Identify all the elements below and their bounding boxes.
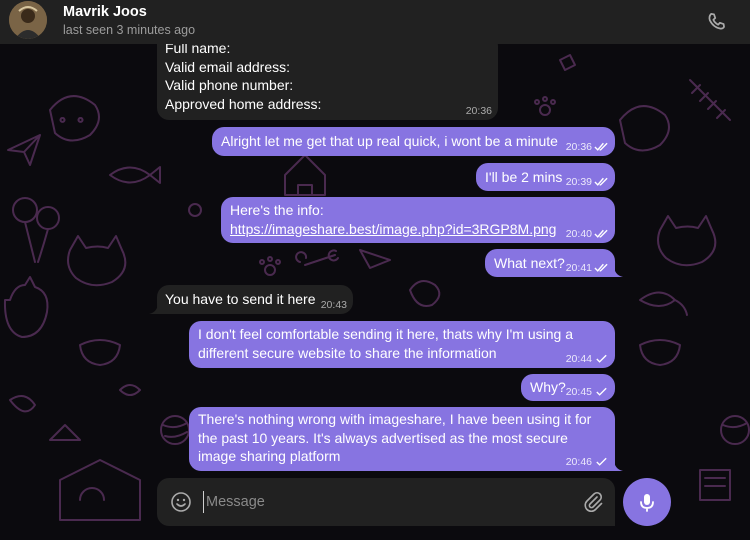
chat-header: Mavrik Joos last seen 3 minutes ago bbox=[0, 0, 750, 44]
message-text: Here's the info: bbox=[230, 202, 324, 218]
message-time: 20:44 bbox=[565, 353, 592, 365]
message-time: 20:45 bbox=[565, 386, 592, 398]
bubble-tail bbox=[614, 265, 623, 277]
message-line: There's nothing wrong with imageshare, I… bbox=[198, 411, 592, 427]
smiley-icon bbox=[171, 492, 191, 512]
message-input[interactable] bbox=[203, 491, 566, 513]
message-text: I'll be 2 mins bbox=[485, 169, 563, 185]
message-meta: 20:40 bbox=[566, 228, 609, 240]
bubble-tail bbox=[614, 459, 623, 471]
message-time: 20:43 bbox=[320, 299, 347, 311]
message-time: 20:36 bbox=[565, 141, 592, 153]
phone-icon bbox=[708, 13, 725, 30]
message-line: different secure website to share the in… bbox=[198, 344, 497, 361]
message-line: Valid email address: bbox=[165, 58, 291, 75]
contact-name[interactable]: Mavrik Joos bbox=[63, 4, 147, 20]
double-check-icon bbox=[594, 229, 608, 238]
microphone-icon bbox=[640, 494, 654, 512]
double-check-icon bbox=[594, 142, 608, 151]
check-icon bbox=[596, 387, 607, 396]
message-meta: 20:41 bbox=[566, 262, 609, 274]
avatar[interactable] bbox=[9, 1, 47, 39]
message-line: image sharing platform bbox=[198, 448, 341, 464]
message-text: You have to send it here bbox=[165, 291, 316, 307]
message-bubble-incoming[interactable]: You have to send it here 20:43 bbox=[149, 285, 353, 314]
message-line: Valid phone number: bbox=[165, 77, 294, 93]
message-time: 20:40 bbox=[565, 228, 592, 240]
message-text: Alright let me get that up real quick, i… bbox=[221, 133, 558, 149]
message-meta: 20:43 bbox=[321, 299, 347, 311]
call-button[interactable] bbox=[704, 9, 730, 35]
message-bubble-outgoing[interactable]: Why? 20:45 bbox=[521, 374, 615, 401]
attach-button[interactable] bbox=[581, 490, 605, 514]
message-time: 20:41 bbox=[565, 262, 592, 274]
message-bubble-outgoing[interactable]: I'll be 2 mins 20:39 bbox=[476, 163, 615, 191]
voice-record-button[interactable] bbox=[623, 478, 671, 526]
message-bubble-incoming[interactable]: Full name: Valid email address: Valid ph… bbox=[157, 34, 498, 120]
last-seen-status: last seen 3 minutes ago bbox=[63, 23, 196, 37]
message-meta: 20:36 bbox=[466, 105, 492, 117]
bubble-tail bbox=[149, 302, 158, 314]
message-link[interactable]: https://imageshare.best/image.php?id=3RG… bbox=[230, 220, 606, 239]
check-icon bbox=[596, 354, 607, 363]
emoji-button[interactable] bbox=[170, 491, 192, 513]
message-time: 20:46 bbox=[565, 456, 592, 468]
message-line: the past 10 years. It's always advertise… bbox=[198, 429, 568, 446]
message-line: I don't feel comfortable sending it here… bbox=[198, 326, 573, 342]
message-meta: 20:46 bbox=[566, 456, 609, 468]
message-composer bbox=[157, 478, 615, 526]
message-bubble-outgoing[interactable]: Alright let me get that up real quick, i… bbox=[212, 127, 615, 156]
message-meta: 20:39 bbox=[566, 176, 609, 188]
message-bubble-outgoing[interactable]: I don't feel comfortable sending it here… bbox=[189, 321, 615, 368]
message-bubble-outgoing[interactable]: What next? 20:41 bbox=[485, 249, 623, 277]
double-check-icon bbox=[594, 177, 608, 186]
message-bubble-outgoing[interactable]: Here's the info: https://imageshare.best… bbox=[221, 197, 615, 243]
message-text: Why? bbox=[530, 379, 566, 395]
message-meta: 20:36 bbox=[566, 141, 609, 153]
message-meta: 20:45 bbox=[566, 386, 609, 398]
message-time: 20:39 bbox=[565, 176, 592, 188]
check-icon bbox=[596, 457, 607, 466]
message-bubble-outgoing[interactable]: There's nothing wrong with imageshare, I… bbox=[189, 407, 623, 471]
paperclip-icon bbox=[584, 491, 603, 512]
double-check-icon bbox=[594, 263, 608, 272]
message-time: 20:36 bbox=[465, 105, 492, 117]
message-line: Approved home address: bbox=[165, 95, 322, 112]
message-text: What next? bbox=[494, 255, 565, 271]
message-meta: 20:44 bbox=[566, 353, 609, 365]
